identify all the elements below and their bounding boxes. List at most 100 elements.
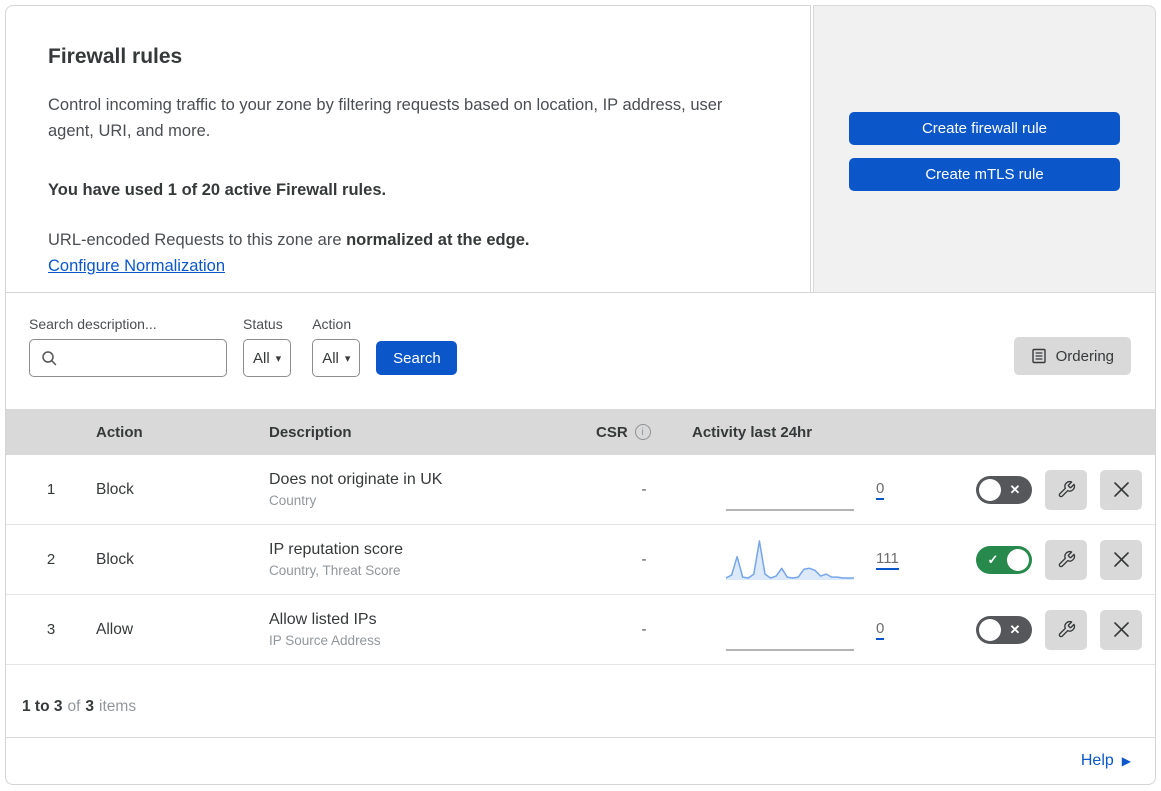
normalization-text: URL-encoded Requests to this zone are (48, 231, 347, 250)
search-group: Search description... (29, 316, 227, 377)
rule-activity-cell: 111 (692, 537, 946, 583)
activity-sparkline (726, 508, 854, 511)
rule-action: Allow (96, 620, 134, 638)
pager-range: 1 to 3 (22, 698, 63, 715)
rule-description-cell: IP reputation score Country, Threat Scor… (269, 541, 596, 578)
rule-activity-cell: 0 (692, 467, 946, 513)
action-label: Action (312, 316, 352, 332)
filter-bar: Search description... Status All ▾ Actio… (6, 293, 1155, 409)
close-icon (1113, 482, 1129, 497)
pager-items: items (99, 698, 137, 715)
table-header: Action Description CSR i Activity last 2… (6, 409, 1155, 455)
action-filter-group: Action All ▾ (312, 316, 361, 377)
activity-sparkline (726, 539, 854, 580)
pager-total: 3 (85, 698, 95, 715)
delete-rule-button[interactable] (1100, 609, 1142, 650)
rule-description-cell: Does not originate in UK Country (269, 471, 596, 508)
table-row: 2 Block IP reputation score Country, Thr… (6, 525, 1155, 595)
rule-activity-cell: 0 (692, 607, 946, 653)
pagination-summary: 1 to 3 of 3 items (6, 665, 1155, 738)
rule-controls: ✕ (946, 609, 1155, 650)
rule-csr: - (641, 621, 647, 638)
column-action: Action (96, 423, 143, 441)
status-dropdown-value: All (253, 349, 270, 367)
rule-controls: ✕ (946, 469, 1155, 510)
rule-csr: - (641, 551, 647, 568)
close-icon (1113, 552, 1129, 567)
top-section: Firewall rules Control incoming traffic … (5, 5, 1156, 293)
column-description: Description (269, 423, 352, 441)
action-dropdown-value: All (322, 349, 339, 367)
toggle-knob (1007, 548, 1029, 571)
edit-rule-button[interactable] (1045, 469, 1087, 510)
page-title: Firewall rules (48, 45, 183, 68)
toggle-state-icon: ✕ (1009, 482, 1021, 497)
toggle-state-icon: ✓ (987, 552, 999, 567)
activity-count-link[interactable]: 111 (876, 550, 899, 570)
rule-priority: 2 (46, 551, 56, 568)
ordering-button[interactable]: Ordering (1013, 337, 1131, 375)
rule-priority: 3 (46, 621, 56, 638)
edit-rule-button[interactable] (1045, 609, 1087, 650)
actions-panel: Create firewall rule Create mTLS rule (813, 5, 1156, 293)
search-button[interactable]: Search (376, 341, 458, 375)
help-link[interactable]: Help ▶ (1081, 752, 1131, 770)
chevron-down-icon: ▾ (275, 352, 282, 365)
toggle-knob (979, 478, 1001, 501)
search-icon (41, 350, 57, 366)
wrench-icon (1058, 550, 1075, 568)
status-filter-group: Status All ▾ (243, 316, 292, 377)
activity-count-link[interactable]: 0 (876, 620, 885, 640)
configure-normalization-link[interactable]: Configure Normalization (48, 257, 225, 276)
column-csr-label: CSR (596, 423, 628, 441)
edit-rule-button[interactable] (1045, 539, 1087, 580)
usage-summary: You have used 1 of 20 active Firewall ru… (48, 181, 387, 200)
table-body: 1 Block Does not originate in UK Country… (6, 455, 1155, 665)
arrow-right-icon: ▶ (1121, 754, 1131, 768)
wrench-icon (1058, 480, 1075, 498)
column-activity: Activity last 24hr (692, 423, 813, 441)
ordering-button-label: Ordering (1055, 347, 1114, 365)
close-icon (1113, 622, 1129, 637)
search-box[interactable] (29, 339, 227, 377)
normalization-note: URL-encoded Requests to this zone are no… (48, 231, 768, 250)
info-icon[interactable]: i (634, 424, 651, 440)
rule-description: Does not originate in UK (269, 471, 443, 488)
rules-card: Search description... Status All ▾ Actio… (5, 292, 1156, 785)
toggle-state-icon: ✕ (1009, 622, 1021, 637)
delete-rule-button[interactable] (1100, 539, 1142, 580)
rule-action: Block (96, 480, 134, 498)
rule-csr: - (641, 481, 647, 498)
toggle-knob (979, 618, 1001, 641)
ordering-list-icon (1031, 348, 1047, 364)
rule-fields: IP Source Address (269, 633, 381, 648)
enable-toggle[interactable]: ✕ (976, 475, 1032, 504)
column-csr: CSR i (596, 424, 692, 441)
activity-sparkline (726, 648, 854, 651)
table-row: 1 Block Does not originate in UK Country… (6, 455, 1155, 525)
rule-description: Allow listed IPs (269, 611, 377, 628)
rule-action: Block (96, 550, 134, 568)
search-input[interactable] (64, 349, 215, 367)
status-label: Status (243, 316, 283, 332)
delete-rule-button[interactable] (1100, 469, 1142, 510)
enable-toggle[interactable]: ✕ (976, 615, 1032, 644)
page-description: Control incoming traffic to your zone by… (48, 96, 723, 141)
rule-fields: Country, Threat Score (269, 563, 401, 578)
status-dropdown[interactable]: All ▾ (243, 339, 292, 377)
normalization-bold: normalized at the edge. (346, 231, 530, 250)
wrench-icon (1058, 620, 1075, 638)
help-link-label: Help (1080, 752, 1114, 769)
enable-toggle[interactable]: ✓ (976, 545, 1032, 574)
table-row: 3 Allow Allow listed IPs IP Source Addre… (6, 595, 1155, 665)
activity-count-link[interactable]: 0 (876, 480, 885, 500)
firewall-rules-page: Firewall rules Control incoming traffic … (0, 0, 1161, 791)
search-label: Search description... (29, 316, 157, 332)
rule-priority: 1 (46, 481, 56, 498)
rule-description-cell: Allow listed IPs IP Source Address (269, 611, 596, 648)
create-mtls-rule-button[interactable]: Create mTLS rule (849, 158, 1120, 191)
action-dropdown[interactable]: All ▾ (312, 339, 361, 377)
intro-card: Firewall rules Control incoming traffic … (5, 5, 811, 293)
rule-description: IP reputation score (269, 541, 404, 558)
create-firewall-rule-button[interactable]: Create firewall rule (849, 112, 1120, 145)
